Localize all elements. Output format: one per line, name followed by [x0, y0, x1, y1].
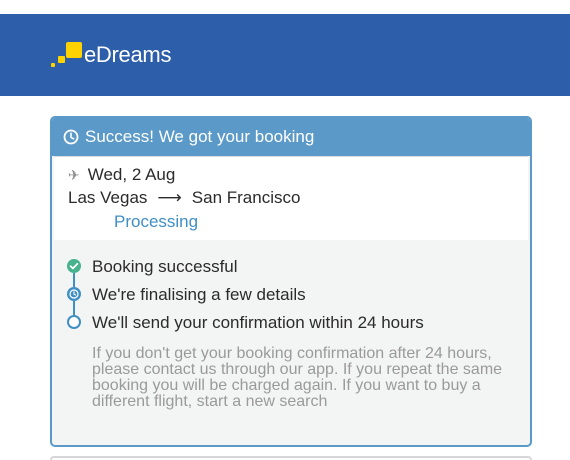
- card-title: Success! We got your booking: [85, 127, 315, 146]
- step-booking-successful: Booking successful: [52, 254, 530, 282]
- plane-icon: ✈: [68, 166, 80, 183]
- booking-status-card: Success! We got your booking ✈ Wed, 2 Au…: [50, 116, 532, 447]
- progress-steps: Booking successful We're finalising a fe…: [52, 240, 530, 338]
- trip-origin: Las Vegas: [68, 188, 148, 207]
- trip-status: Processing: [114, 212, 199, 231]
- trip-date: Wed, 2 Aug: [87, 165, 176, 184]
- step-finalising-details: We're finalising a few details: [52, 282, 530, 310]
- step-label: We'll send your confirmation within 24 h…: [92, 313, 424, 332]
- next-card-edge: [50, 456, 532, 460]
- step-label: We're finalising a few details: [92, 285, 306, 304]
- empty-circle-icon: [67, 315, 81, 329]
- edreams-logo[interactable]: eDreams: [50, 42, 171, 68]
- trip-date-row: ✈ Wed, 2 Aug: [68, 165, 175, 185]
- logo-text: eDreams: [84, 42, 172, 67]
- step-send-confirmation: We'll send your confirmation within 24 h…: [52, 310, 530, 338]
- card-header: Success! We got your booking: [52, 118, 530, 156]
- trip-destination: San Francisco: [191, 188, 301, 207]
- trip-summary: ✈ Wed, 2 Aug Las Vegas ⟶ San Francisco Pro…: [54, 156, 528, 240]
- route-arrow-icon: ⟶: [157, 188, 182, 207]
- top-header: eDreams: [0, 0, 570, 96]
- trip-route: Las Vegas ⟶ San Francisco: [68, 188, 300, 208]
- booking-info-note: If you don't get your booking confirmati…: [92, 345, 503, 410]
- logo-mark-icon: [50, 42, 86, 68]
- check-icon: [67, 259, 81, 273]
- step-label: Booking successful: [92, 257, 238, 276]
- pending-clock-icon: [67, 287, 81, 301]
- clock-icon: [63, 129, 79, 145]
